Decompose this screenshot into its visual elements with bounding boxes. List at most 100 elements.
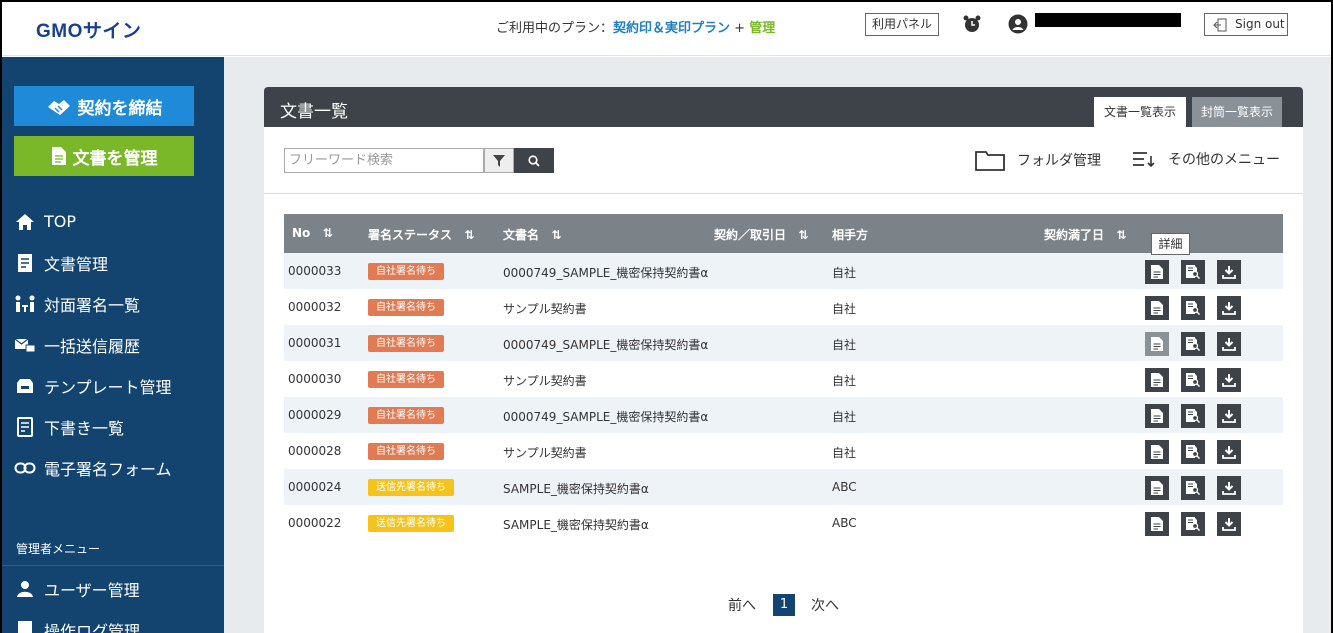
view-document-button[interactable]: [1145, 296, 1169, 320]
view-document-button[interactable]: [1145, 368, 1169, 392]
doc-name[interactable]: 0000749_SAMPLE_機密保持契約書α: [503, 336, 708, 353]
download-button[interactable]: [1217, 260, 1241, 284]
sidebar-item-face-sign[interactable]: 対面署名一覧: [2, 283, 224, 324]
doc-name[interactable]: SAMPLE_機密保持契約書α: [503, 516, 649, 533]
table-row[interactable]: 0000030 自社署名待ち サンプル契約書 自社: [284, 361, 1283, 397]
sidebar-item-documents[interactable]: 文書管理: [2, 242, 224, 283]
card-header: 文書一覧 文書一覧表示 封筒一覧表示: [264, 87, 1303, 127]
detail-search-icon: [1186, 409, 1200, 423]
detail-button[interactable]: [1181, 296, 1205, 320]
sidebar-item-users[interactable]: ユーザー管理: [2, 568, 224, 609]
detail-search-icon: [1186, 445, 1200, 459]
header-contract-date[interactable]: 契約／取引日 ⇅: [714, 226, 809, 243]
filter-button[interactable]: [484, 148, 514, 173]
log-icon: [18, 620, 32, 633]
sort-menu-icon: [1133, 152, 1155, 168]
download-icon: [1222, 410, 1236, 423]
sidebar-item-templates[interactable]: テンプレート管理: [2, 365, 224, 406]
download-button[interactable]: [1217, 440, 1241, 464]
plan-admin: 管理: [749, 21, 776, 36]
header-expiry-date[interactable]: 契約満了日 ⇅: [1044, 226, 1127, 243]
table-row[interactable]: 0000033 自社署名待ち 0000749_SAMPLE_機密保持契約書α 自社: [284, 253, 1283, 289]
tab-document-list[interactable]: 文書一覧表示: [1094, 97, 1186, 127]
sidebar-item-logs[interactable]: 操作ログ管理: [2, 609, 224, 633]
table-row[interactable]: 0000022 送信先署名待ち SAMPLE_機密保持契約書α ABC: [284, 505, 1283, 541]
counterparty: ABC: [832, 480, 857, 494]
view-document-button[interactable]: [1145, 260, 1169, 284]
sidebar-item-bulk-send[interactable]: 一括送信履歴: [2, 324, 224, 365]
download-button[interactable]: [1217, 404, 1241, 428]
doc-name[interactable]: 0000749_SAMPLE_機密保持契約書α: [503, 408, 708, 425]
header-doc-name[interactable]: 文書名 ⇅: [503, 226, 562, 243]
doc-name[interactable]: 0000749_SAMPLE_機密保持契約書α: [503, 264, 708, 281]
detail-button[interactable]: [1181, 440, 1205, 464]
manage-docs-button[interactable]: 文書を管理: [14, 136, 194, 176]
current-page[interactable]: 1: [773, 594, 795, 616]
download-button[interactable]: [1217, 332, 1241, 356]
user-avatar-icon[interactable]: [1008, 14, 1028, 34]
detail-button[interactable]: [1181, 260, 1205, 284]
sidebar-item-label: 下書き一覧: [44, 418, 125, 438]
view-document-button[interactable]: [1145, 476, 1169, 500]
view-document-button[interactable]: [1145, 404, 1169, 428]
next-page-link[interactable]: 次へ: [811, 595, 839, 615]
doc-number: 0000031: [288, 336, 342, 350]
table-row[interactable]: 0000028 自社署名待ち サンプル契約書 自社: [284, 433, 1283, 469]
table-row[interactable]: 0000024 送信先署名待ち SAMPLE_機密保持契約書α ABC: [284, 469, 1283, 505]
status-badge: 自社署名待ち: [368, 371, 444, 388]
doc-name[interactable]: サンプル契約書: [503, 372, 587, 389]
alarm-clock-icon[interactable]: [962, 14, 982, 34]
download-button[interactable]: [1217, 296, 1241, 320]
detail-button[interactable]: [1181, 404, 1205, 428]
filter-icon: [493, 154, 505, 167]
detail-button[interactable]: [1181, 476, 1205, 500]
header-no[interactable]: No ⇅: [292, 226, 333, 240]
doc-name[interactable]: SAMPLE_機密保持契約書α: [503, 480, 649, 497]
sidebar-item-esign-form[interactable]: 電子署名フォーム: [2, 447, 224, 488]
detail-button[interactable]: [1181, 332, 1205, 356]
top-header: GMOサイン ご利用中のプラン：契約印＆実印プラン + 管理 利用パネル Sig…: [2, 2, 1331, 56]
sidebar-item-drafts[interactable]: 下書き一覧: [2, 406, 224, 447]
handshake-icon: [47, 100, 70, 115]
status-badge: 自社署名待ち: [368, 407, 444, 424]
folder-icon: [975, 151, 1005, 171]
download-button[interactable]: [1217, 512, 1241, 536]
main-nav: TOP 文書管理 対面署名一覧 一括送信履歴 テンプレート管理 下書き一覧 電子…: [2, 201, 224, 488]
admin-menu-title: 管理者メニュー: [16, 542, 101, 556]
status-badge: 送信先署名待ち: [368, 515, 454, 532]
doc-number: 0000030: [288, 372, 342, 386]
detail-search-icon: [1186, 481, 1200, 495]
home-icon: [16, 213, 34, 230]
download-button[interactable]: [1217, 476, 1241, 500]
prev-page-link[interactable]: 前へ: [728, 595, 756, 615]
table-row[interactable]: 0000032 自社署名待ち サンプル契約書 自社: [284, 289, 1283, 325]
view-document-button[interactable]: [1145, 512, 1169, 536]
table-row[interactable]: 0000031 自社署名待ち 0000749_SAMPLE_機密保持契約書α 自社: [284, 325, 1283, 361]
view-document-button[interactable]: [1145, 440, 1169, 464]
link-icon: [14, 462, 36, 473]
doc-name[interactable]: サンプル契約書: [503, 444, 587, 461]
admin-divider: [2, 565, 224, 566]
tab-envelope-list[interactable]: 封筒一覧表示: [1192, 97, 1282, 127]
other-menu-link[interactable]: その他のメニュー: [1132, 149, 1280, 169]
download-button[interactable]: [1217, 368, 1241, 392]
search-button[interactable]: [514, 148, 554, 173]
gmo-sign-logo[interactable]: GMOサイン: [36, 16, 141, 43]
sign-contract-button[interactable]: 契約を締結: [14, 86, 194, 126]
header-status[interactable]: 署名ステータス ⇅: [368, 226, 475, 243]
doc-number: 0000032: [288, 300, 342, 314]
plan-prefix: ご利用中のプラン：: [496, 21, 614, 36]
download-icon: [1222, 518, 1236, 531]
usage-panel-button[interactable]: 利用パネル: [865, 13, 939, 36]
folder-manage-link[interactable]: フォルダ管理: [975, 149, 1101, 171]
pagination: 前へ 1 次へ: [264, 594, 1303, 616]
detail-button[interactable]: [1181, 512, 1205, 536]
search-input[interactable]: フリーワード検索: [284, 148, 484, 173]
doc-name[interactable]: サンプル契約書: [503, 300, 587, 317]
sidebar-item-top[interactable]: TOP: [2, 201, 224, 242]
view-document-button[interactable]: [1145, 332, 1169, 356]
sign-out-button[interactable]: Sign out: [1204, 13, 1288, 36]
document-icon: [51, 147, 66, 165]
detail-button[interactable]: [1181, 368, 1205, 392]
table-row[interactable]: 0000029 自社署名待ち 0000749_SAMPLE_機密保持契約書α 自社: [284, 397, 1283, 433]
